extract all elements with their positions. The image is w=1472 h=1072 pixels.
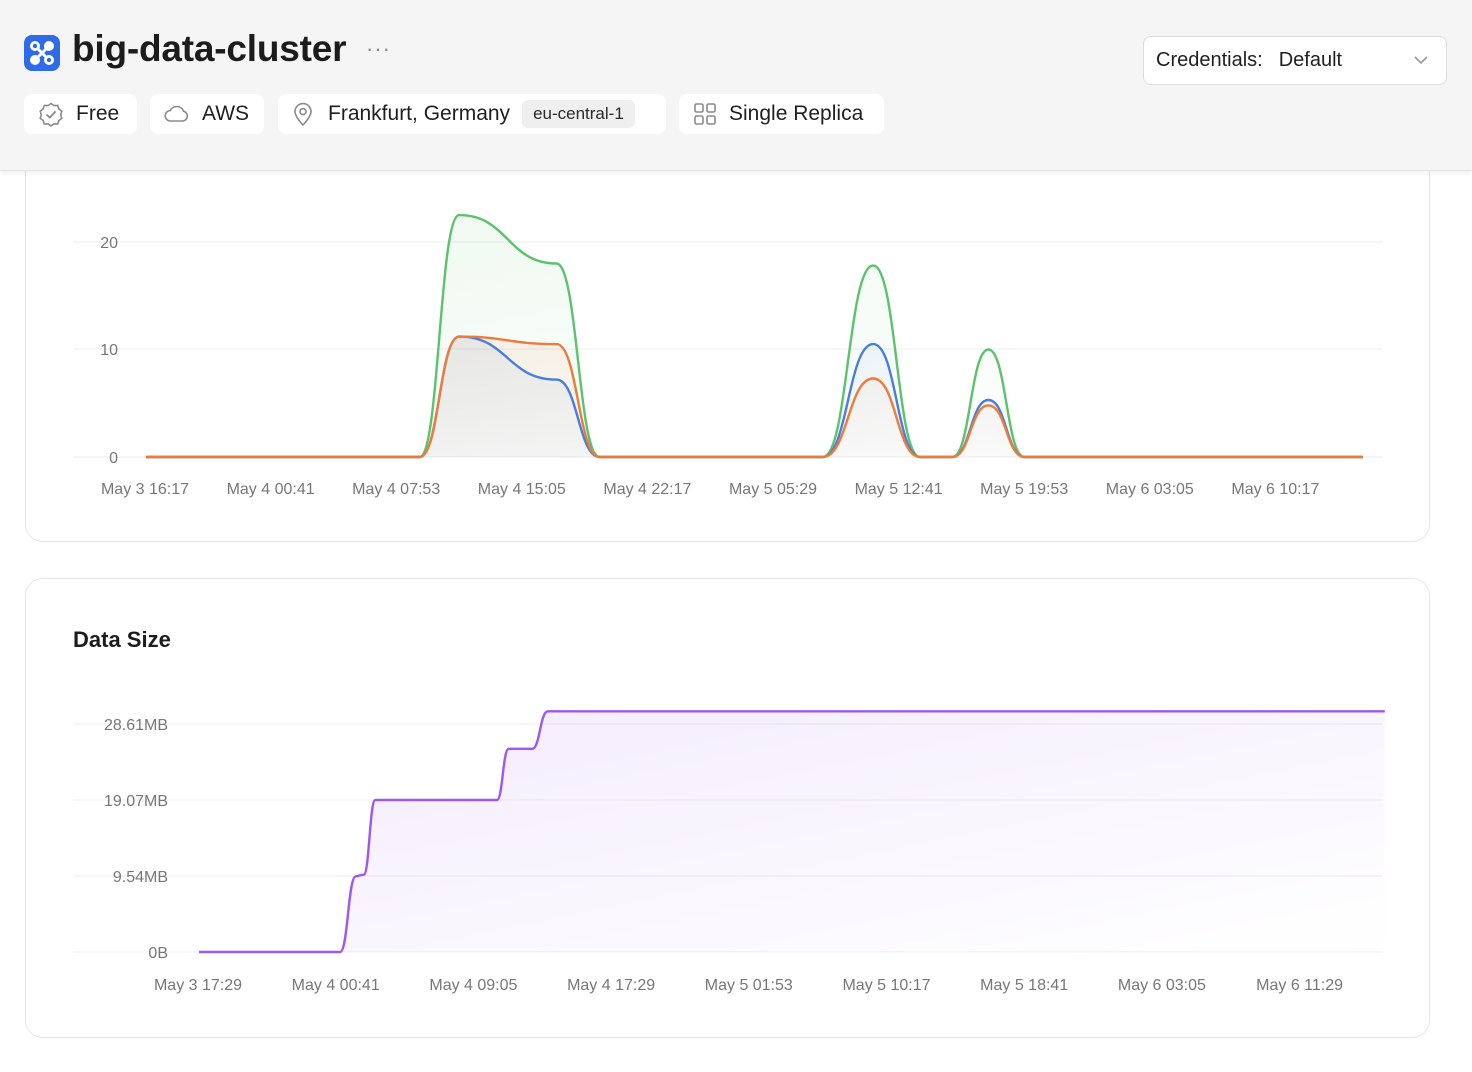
provider-chip[interactable]: AWS (150, 94, 264, 134)
x-tick-label: May 4 00:41 (227, 481, 315, 498)
x-tick-label: May 5 19:53 (980, 481, 1068, 498)
replica-chip[interactable]: Single Replica (679, 94, 884, 134)
location-chip[interactable]: Frankfurt, Germany eu-central-1 (278, 94, 666, 134)
x-tick-label: May 5 10:17 (842, 977, 930, 994)
provider-label: AWS (202, 102, 250, 125)
data-size-card: Data Size 28.61MB 19.07MB 9.54MB 0B May 3 17… (25, 578, 1430, 1038)
y-tick-label: 19.07MB (104, 793, 168, 810)
location-label: Frankfurt, Germany (328, 102, 511, 125)
credentials-label: Credentials: (1156, 49, 1263, 71)
x-tick-label: May 4 17:29 (567, 977, 655, 994)
series-line[interactable] (146, 335, 1363, 459)
y-tick-label: 28.61MB (104, 717, 168, 734)
series-line[interactable] (146, 335, 1363, 459)
x-tick-label: May 5 12:41 (855, 481, 943, 498)
chevron-down-icon (1412, 51, 1430, 75)
x-tick-label: May 3 16:17 (101, 481, 189, 498)
x-tick-label: May 5 01:53 (705, 977, 793, 994)
grid-icon (693, 102, 717, 126)
cloud-icon (162, 103, 190, 125)
y-tick-label: 0 (109, 450, 118, 467)
activity-chart-card: 20 10 0 May 3 16:17 May 4 00:41 May 4 07:53 Ma… (25, 130, 1430, 542)
cluster-header: big-data-cluster ··· Free AWS Frankfurt,… (0, 0, 1472, 171)
x-tick-label: May 4 15:05 (478, 481, 566, 498)
cluster-logo-icon (24, 35, 60, 71)
y-tick-label: 20 (100, 235, 118, 252)
series-area (199, 711, 1385, 952)
x-tick-label: May 6 03:05 (1118, 977, 1206, 994)
x-tick-label: May 5 18:41 (980, 977, 1068, 994)
cluster-title: big-data-cluster (72, 28, 347, 69)
region-tag: eu-central-1 (522, 100, 635, 128)
tier-label: Free (76, 102, 120, 125)
y-tick-label: 0B (148, 945, 168, 962)
data-size-chart: 28.61MB 19.07MB 9.54MB 0B May 3 17:29 May 4 0… (73, 710, 1385, 994)
x-tick-label: May 5 05:29 (729, 481, 817, 498)
x-tick-label: May 6 11:29 (1256, 977, 1343, 994)
series-area (146, 336, 1363, 457)
y-tick-label: 10 (100, 342, 118, 359)
x-tick-label: May 4 00:41 (292, 977, 380, 994)
series-area (146, 336, 1363, 457)
x-tick-label: May 6 10:17 (1231, 481, 1319, 498)
series-area (146, 215, 1363, 457)
credentials-select[interactable]: Credentials: Default (1143, 36, 1447, 85)
map-pin-icon (290, 101, 316, 127)
x-tick-label: May 4 22:17 (603, 481, 691, 498)
x-tick-label: May 4 09:05 (429, 977, 517, 994)
more-options-button[interactable]: ··· (366, 36, 391, 62)
check-badge-icon (38, 101, 64, 127)
x-tick-label: May 3 17:29 (154, 977, 242, 994)
x-tick-label: May 4 07:53 (352, 481, 440, 498)
tier-chip[interactable]: Free (24, 94, 137, 134)
credentials-value: Default (1278, 49, 1343, 71)
replica-label: Single Replica (729, 102, 864, 125)
data-size-title: Data Size (73, 627, 171, 652)
y-tick-label: 9.54MB (113, 869, 168, 886)
x-tick-label: May 6 03:05 (1106, 481, 1194, 498)
activity-chart: 20 10 0 May 3 16:17 May 4 00:41 May 4 07:53 Ma… (73, 213, 1383, 498)
series-line[interactable] (146, 213, 1363, 459)
